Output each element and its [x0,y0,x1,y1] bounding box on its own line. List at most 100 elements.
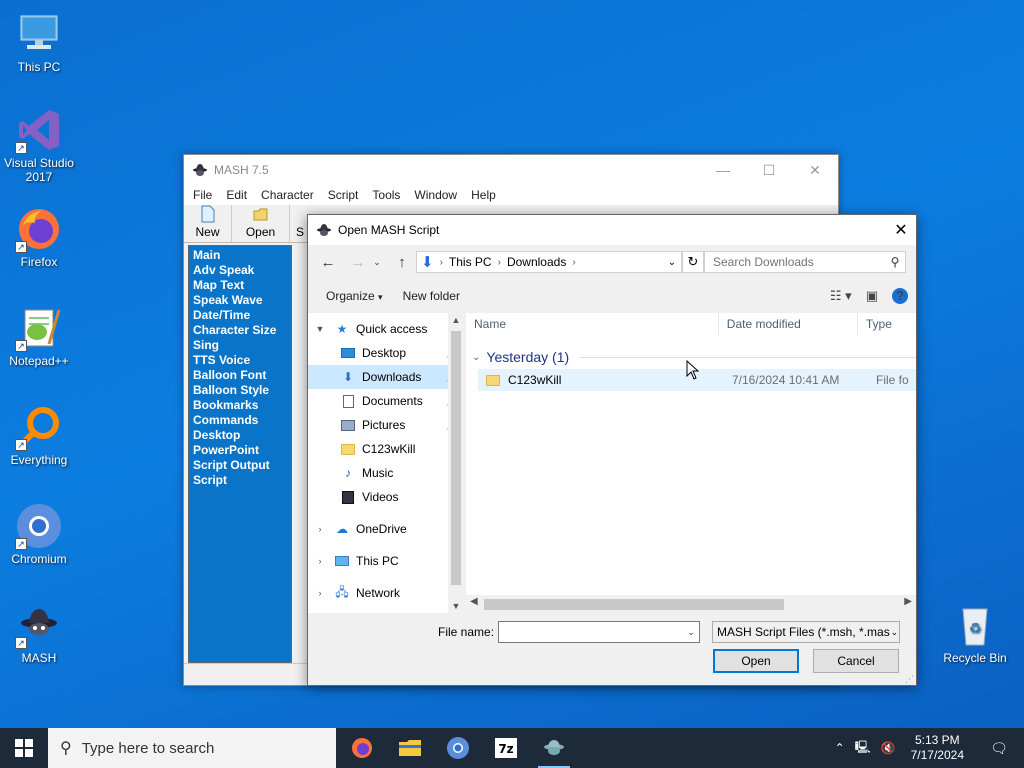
expand-arrow-icon[interactable]: › [314,588,326,598]
address-bar[interactable]: ⬇ › This PC › Downloads › ⌄ [416,251,682,273]
desktop-icon-mash[interactable]: ↗ MASH [0,601,78,665]
maximize-button[interactable]: ☐ [746,155,792,185]
desktop-icon-notepadpp[interactable]: ↗ Notepad++ [0,304,78,368]
chevron-down-icon[interactable]: ⌄ [683,627,699,638]
nav-c123wkill[interactable]: C123wKill [308,437,464,461]
desktop-icon-firefox[interactable]: ↗ Firefox [0,205,78,269]
side-item-balloon-font[interactable]: Balloon Font [193,368,287,383]
open-script-dialog[interactable]: Open MASH Script ✕ ← → ⌄ ↑ ⬇ › This PC ›… [307,214,917,686]
mash-titlebar[interactable]: MASH 7.5 — ☐ ✕ [184,155,838,185]
tray-overflow-chevron-icon[interactable]: ⌃ [835,741,845,755]
scrollbar-thumb[interactable] [451,331,461,585]
nav-downloads[interactable]: ⬇ Downloads 📌 [308,365,464,389]
scroll-up-arrow-icon[interactable]: ▲ [448,315,464,325]
dialog-close-button[interactable]: ✕ [886,220,916,240]
side-item-script-output[interactable]: Script Output [193,458,287,473]
side-item-tts-voice[interactable]: TTS Voice [193,353,287,368]
back-button[interactable]: ← [316,254,340,271]
cancel-button[interactable]: Cancel [813,649,899,673]
side-item-desktop[interactable]: Desktop [193,428,287,443]
help-icon[interactable]: ? [892,288,908,304]
clock[interactable]: 5:13 PM 7/17/2024 [911,733,964,763]
nav-pictures[interactable]: Pictures 📌 [308,413,464,437]
forward-button[interactable]: → [346,254,370,271]
breadcrumb-downloads[interactable]: Downloads [503,255,570,269]
search-box[interactable]: ⚲ [704,251,906,273]
desktop-icon-this-pc[interactable]: This PC [0,10,78,74]
column-header-name[interactable]: Name [466,313,719,335]
side-item-bookmarks[interactable]: Bookmarks [193,398,287,413]
dialog-titlebar[interactable]: Open MASH Script ✕ [308,215,916,245]
scroll-down-arrow-icon[interactable]: ▼ [448,601,464,611]
side-item-sing[interactable]: Sing [193,338,287,353]
breadcrumb-this-pc[interactable]: This PC [445,255,496,269]
scrollbar-thumb[interactable] [484,599,784,610]
side-item-adv-speak[interactable]: Adv Speak [193,263,287,278]
nav-documents[interactable]: Documents 📌 [308,389,464,413]
menu-help[interactable]: Help [464,188,503,202]
resize-grip-icon[interactable]: ⋰ [905,674,914,685]
side-item-character-size[interactable]: Character Size [193,323,287,338]
nav-network[interactable]: › 🖧 Network [308,581,464,605]
organize-button[interactable]: Organize ▾ [316,289,393,303]
side-item-powerpoint[interactable]: PowerPoint [193,443,287,458]
new-button[interactable]: New [184,205,232,242]
start-button[interactable] [0,728,48,768]
minimize-button[interactable]: — [700,155,746,185]
menu-character[interactable]: Character [254,188,321,202]
menu-file[interactable]: File [186,188,219,202]
search-input[interactable] [713,255,885,269]
side-item-main[interactable]: Main [193,248,287,263]
scroll-right-arrow-icon[interactable]: ▶ [904,596,912,607]
side-item-date-time[interactable]: Date/Time [193,308,287,323]
address-dropdown-icon[interactable]: ⌄ [663,257,681,268]
preview-pane-icon[interactable]: ▣ [866,288,878,304]
volume-muted-icon[interactable]: 🔇 [881,741,896,755]
filename-combobox[interactable]: ⌄ [498,621,700,643]
taskbar-file-explorer[interactable] [386,728,434,768]
view-options-icon[interactable]: ☷ ▾ [830,288,852,304]
side-item-balloon-style[interactable]: Balloon Style [193,383,287,398]
taskbar-firefox[interactable] [338,728,386,768]
network-status-icon[interactable]: 🖳 [855,738,871,759]
menu-tools[interactable]: Tools [365,188,407,202]
menu-script[interactable]: Script [321,188,366,202]
nav-onedrive[interactable]: › ☁ OneDrive [308,517,464,541]
scroll-left-arrow-icon[interactable]: ◀ [470,596,478,607]
up-button[interactable]: ↑ [390,254,414,271]
side-item-map-text[interactable]: Map Text [193,278,287,293]
open-button[interactable]: Open [713,649,799,673]
file-pane-horizontal-scrollbar[interactable]: ◀ ▶ [466,595,916,613]
nav-desktop[interactable]: Desktop 📌 [308,341,464,365]
nav-this-pc[interactable]: › This PC [308,549,464,573]
expand-arrow-icon[interactable]: › [314,556,326,566]
column-header-date[interactable]: Date modified [719,313,858,335]
file-type-select[interactable]: MASH Script Files (*.msh, *.mas ⌄ [712,621,900,643]
desktop-icon-chromium[interactable]: ↗ Chromium [0,502,78,566]
close-button[interactable]: ✕ [792,155,838,185]
desktop-icon-everything[interactable]: ↗ Everything [0,403,78,467]
taskbar-mash[interactable] [530,728,578,768]
refresh-button[interactable]: ↻ [682,251,704,273]
menu-window[interactable]: Window [407,188,464,202]
expand-arrow-icon[interactable]: ▼ [314,324,326,334]
desktop-icon-visual-studio[interactable]: ↗ Visual Studio 2017 [0,106,78,184]
nav-pane-scrollbar[interactable]: ▲ ▼ [448,313,464,613]
recent-locations-button[interactable]: ⌄ [370,257,384,268]
taskbar-chromium[interactable] [434,728,482,768]
desktop-icon-recycle-bin[interactable]: ♻ Recycle Bin [936,601,1014,665]
side-item-speak-wave[interactable]: Speak Wave [193,293,287,308]
taskbar-search-box[interactable]: ⚲ Type here to search [48,728,336,768]
open-button[interactable]: Open [232,205,290,242]
menu-edit[interactable]: Edit [219,188,254,202]
taskbar-7zip[interactable]: 7z [482,728,530,768]
filename-input[interactable] [499,623,683,641]
column-header-type[interactable]: Type [858,313,916,335]
nav-quick-access[interactable]: ▼ ★ Quick access [308,317,464,341]
nav-music[interactable]: ♪ Music [308,461,464,485]
side-item-commands[interactable]: Commands [193,413,287,428]
notification-center-icon[interactable]: 🗨 [979,740,1019,757]
side-item-script[interactable]: Script [193,473,287,488]
nav-videos[interactable]: Videos [308,485,464,509]
expand-arrow-icon[interactable]: › [314,524,326,534]
